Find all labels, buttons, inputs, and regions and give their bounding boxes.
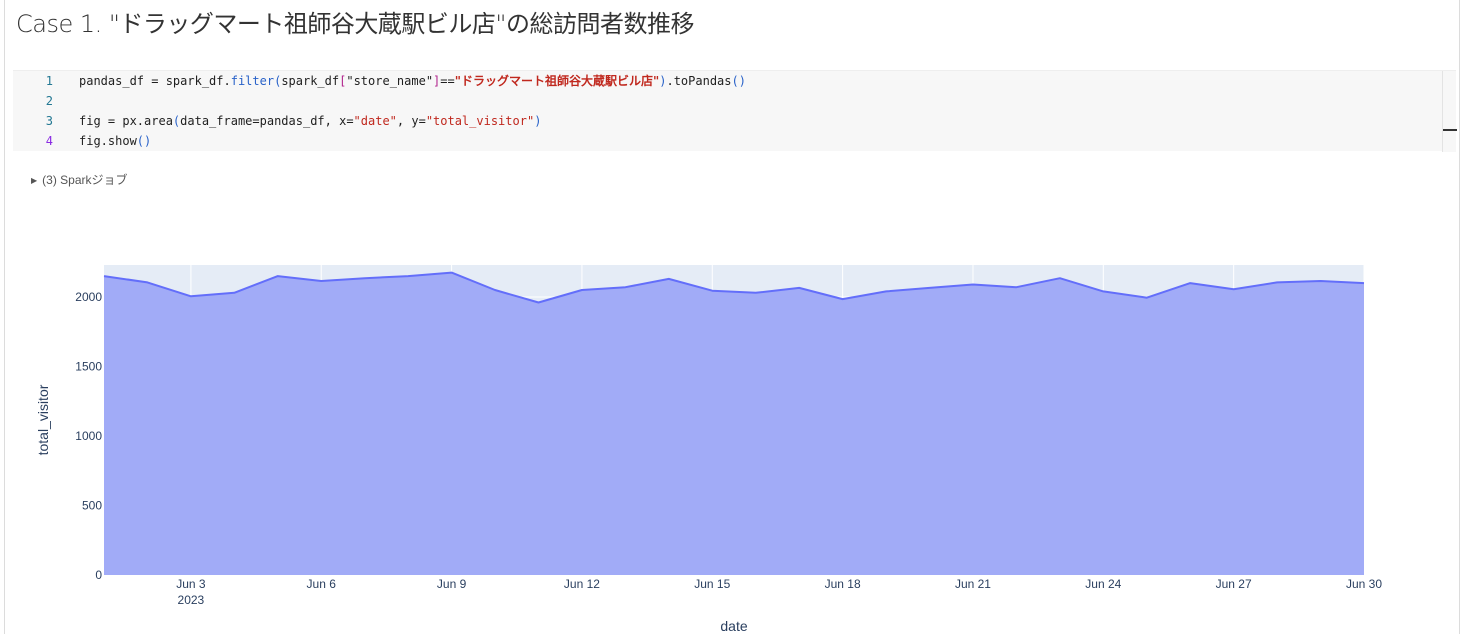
x-tick-label: Jun 30 [1346,577,1382,591]
x-tick-label: Jun 6 [307,577,337,591]
x-tick-label: Jun 12 [564,577,600,591]
area-chart[interactable]: 0500100015002000 Jun 32023Jun 6 Jun 9 Jun … [0,0,1463,634]
y-tick-label: 500 [82,498,102,512]
x-tick-label: Jun 24 [1085,577,1121,591]
x-axis-ticks: Jun 3 2023 Jun 6 Jun 9 Jun 12 Jun 15 Jun 18 Jun… [176,577,1382,607]
y-tick-label: 0 [95,568,102,582]
x-tick-label: Jun 18 [825,577,861,591]
y-tick-label: 1000 [75,429,102,443]
x-tick-label: Jun 21 [955,577,991,591]
x-axis-label: date [720,618,747,634]
area-fill [104,272,1364,575]
x-tick-label: Jun 27 [1216,577,1252,591]
x-tick-label: Jun 3 [176,577,206,591]
y-axis-ticks: 0 500 1000 1500 2000 [75,290,102,582]
y-tick-label: 2000 [75,290,102,304]
x-tick-label: Jun 15 [694,577,730,591]
y-axis-label: total_visitor [35,384,51,455]
x-tick-sublabel: 2023 [178,593,205,607]
y-tick-label: 1500 [75,359,102,373]
x-tick-label: Jun 9 [437,577,467,591]
